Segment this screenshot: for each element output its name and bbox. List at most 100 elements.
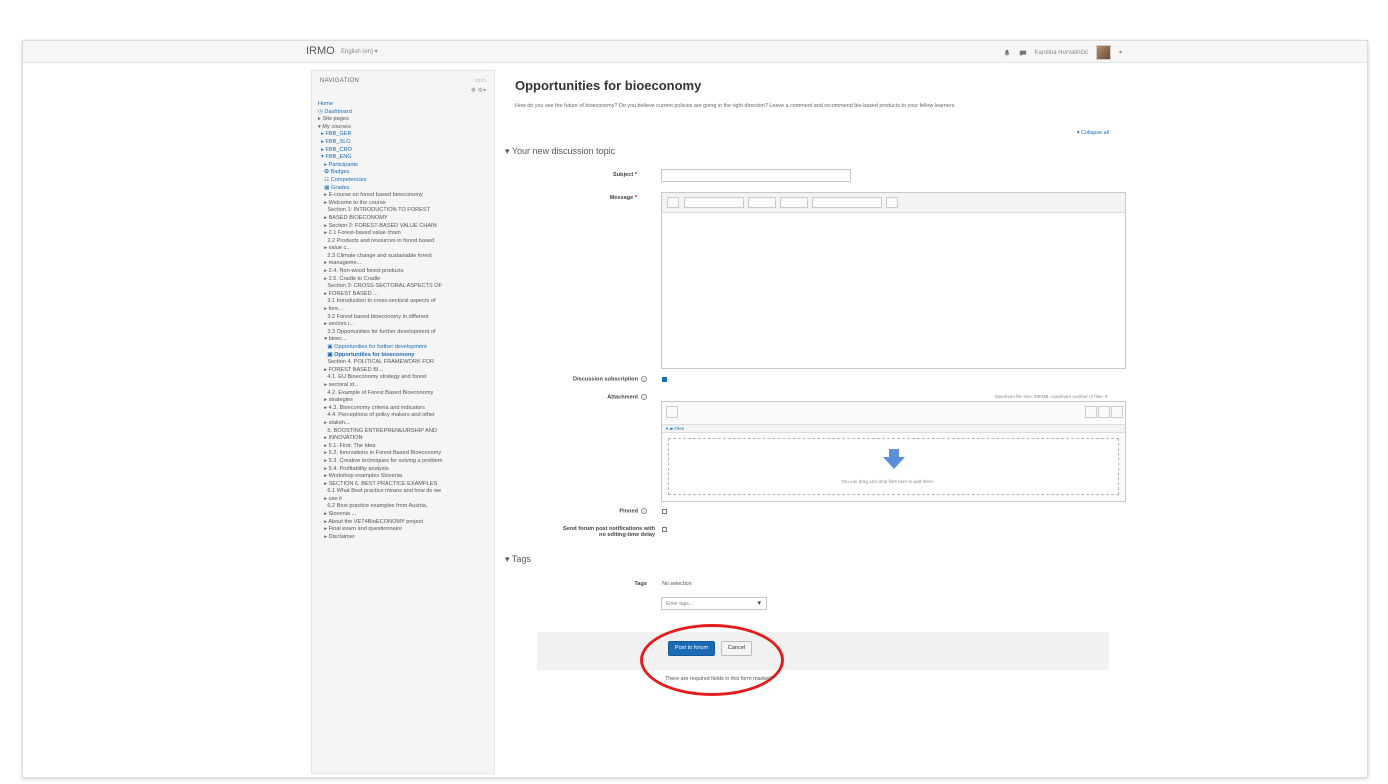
sidebar-item[interactable]: ◷ Dashboard — [318, 109, 490, 117]
sidebar-item[interactable]: ▸ FBB_SLO — [318, 139, 490, 147]
sidebar-item[interactable]: 6.1 What Best practice means and how do … — [318, 488, 490, 496]
sidebar-item[interactable]: 6.2 Best practice examples from Austria, — [318, 503, 490, 511]
help-icon[interactable]: ? — [641, 394, 647, 400]
icon-view-icon[interactable] — [1085, 406, 1097, 418]
sidebar-item[interactable]: ▸ 5.2. Innovations in Forest Based Bioec… — [318, 450, 490, 458]
manage-files-icon[interactable] — [886, 197, 898, 208]
sidebar-item[interactable]: 3.3 Opportunities for further developmen… — [318, 329, 490, 337]
sidebar-item[interactable]: ✪ Badges — [318, 169, 490, 177]
site-brand[interactable]: IRMO — [306, 45, 335, 57]
drop-hint: You can drag and drop files here to add … — [841, 479, 935, 484]
section-header-discussion[interactable]: ▾ Your new discussion topic — [505, 146, 615, 157]
sidebar-item[interactable]: ▸ 2.5. Cradle to Cradle — [318, 276, 490, 284]
sidebar-item[interactable]: ▣ Opportunities for bioeconomy — [318, 352, 490, 360]
add-file-icon[interactable] — [666, 406, 678, 418]
subject-label: Subject * — [613, 172, 637, 178]
link-group[interactable] — [780, 197, 808, 208]
sidebar-item[interactable]: ▸ value c... — [318, 245, 490, 253]
sidebar-item[interactable]: ▸ fore... — [318, 306, 490, 314]
sidebar-item[interactable]: ▸ FBB_CRO — [318, 147, 490, 155]
sidebar-item[interactable]: ▸ BASED BIOECONOMY — [318, 215, 490, 223]
editor-toolbar — [662, 193, 1125, 213]
sidebar-item[interactable]: ▸ Site pages — [318, 116, 490, 124]
sidebar-item[interactable]: Home — [318, 101, 490, 109]
notify-label: Send forum post notifications with no edi… — [563, 526, 655, 538]
sidebar-item[interactable]: ▸ sectors i... — [318, 321, 490, 329]
tree-view-icon[interactable] — [1111, 406, 1123, 418]
sidebar-item[interactable]: ▸ E-course on forest based bioeconomy — [318, 192, 490, 200]
browser-page: IRMO English (en) ▾ Karolina Horvatinčić… — [22, 40, 1368, 778]
sidebar-item[interactable]: 2.2 Products and resources in forest bas… — [318, 238, 490, 246]
toolbar-toggle-icon[interactable] — [667, 197, 679, 208]
sidebar-item[interactable]: ▸ sectoral st... — [318, 382, 490, 390]
tags-input[interactable]: Enter tags... ▾ — [661, 597, 767, 610]
sidebar-item[interactable]: ☷ Competencies — [318, 177, 490, 185]
sidebar-item[interactable]: ▸ 5.3. Creative techniques for solving a… — [318, 458, 490, 466]
sidebar-item[interactable]: ▸ FOREST BASED ... — [318, 291, 490, 299]
sidebar-item[interactable]: ▸ FOREST BASED BI... — [318, 367, 490, 375]
sidebar-item[interactable]: ▸ 2.4. Non-wood forest products — [318, 268, 490, 276]
avatar[interactable] — [1095, 45, 1111, 60]
sidebar-item[interactable]: ▸ Welcome to the course — [318, 200, 490, 208]
sidebar-item[interactable]: 4.2. Example of Forest Based Bioeconomy — [318, 390, 490, 398]
messages-icon[interactable] — [1019, 49, 1027, 57]
sidebar-item[interactable]: Section 4. POLITICAL FRAMEWORK FOR — [318, 359, 490, 367]
language-menu[interactable]: English (en) ▾ — [341, 48, 378, 55]
user-name[interactable]: Karolina Horvatinčić — [1035, 50, 1088, 56]
sidebar-item[interactable]: Section 3: CROSS-SECTORAL ASPECTS OF — [318, 283, 490, 291]
sidebar-item[interactable]: ▸ 2.1 Forest-based value chain — [318, 230, 490, 238]
sidebar-item[interactable]: ▸ strategies — [318, 397, 490, 405]
files-path-bar: ▾ ▰ Files — [662, 424, 1125, 433]
sidebar-item[interactable]: ▸ Workshop examples Slovenia — [318, 473, 490, 481]
sidebar-item[interactable]: ▸ 5.1. First: The Idea — [318, 443, 490, 451]
sidebar-item[interactable]: ▸ About the VET4BioECONOMY project — [318, 519, 490, 527]
sidebar-item[interactable]: 5. BOOSTING ENTREPRENEURSHIP AND — [318, 428, 490, 436]
subject-input[interactable] — [661, 169, 851, 182]
list-view-icon[interactable] — [1098, 406, 1110, 418]
sidebar-item[interactable]: ▸ use it — [318, 496, 490, 504]
sidebar-item[interactable]: ▸ 5.4. Profitability analysis — [318, 466, 490, 474]
sidebar-item[interactable]: ▸ SECTION 6. BEST PRACTICE EXAMPLES — [318, 481, 490, 489]
notifications-icon[interactable] — [1003, 49, 1011, 57]
file-drop-zone[interactable]: You can drag and drop files here to add … — [668, 438, 1119, 495]
sidebar-item[interactable]: Section 1: INTRODUCTION TO FOREST — [318, 207, 490, 215]
files-folder-link[interactable]: ▾ ▰ Files — [666, 426, 684, 432]
sidebar-item[interactable]: 4.1. EU Bioeconomy strategy and forest — [318, 374, 490, 382]
sidebar-item[interactable]: ▸ INNOVATION — [318, 435, 490, 443]
page-title: Opportunities for bioeconomy — [515, 78, 702, 93]
sidebar-item[interactable]: ▾ My courses — [318, 124, 490, 132]
sidebar-item[interactable]: 2.3 Climate change and sustainable fores… — [318, 253, 490, 261]
sidebar-item[interactable]: ▾ bioec... — [318, 336, 490, 344]
sidebar-item[interactable]: ▸ manageme... — [318, 260, 490, 268]
sidebar-item[interactable]: 3.2 Forest based bioeconomy in different — [318, 314, 490, 322]
message-editor[interactable] — [661, 192, 1126, 369]
sidebar-item[interactable]: ▸ 4.3. Bioeconomy criteria and indicator… — [318, 405, 490, 413]
sidebar-item[interactable]: ▸ Final exam and questionnaire — [318, 526, 490, 534]
pinned-checkbox[interactable] — [662, 509, 667, 514]
sidebar-item[interactable]: 4.4. Perceptions of policy makers and ot… — [318, 412, 490, 420]
subscription-checkbox[interactable] — [662, 377, 667, 382]
sidebar-item[interactable]: ▸ Section 2: FOREST-BASED VALUE CHAIN — [318, 223, 490, 231]
sidebar-item[interactable]: ▣ Opportunities for further development — [318, 344, 490, 352]
required-icon: * — [634, 172, 637, 178]
sidebar-item[interactable]: ▸ FBB_GER — [318, 131, 490, 139]
block-dock-icon[interactable]: ▭▭ — [475, 77, 486, 84]
notify-checkbox[interactable] — [662, 527, 667, 532]
tags-dropdown-icon[interactable]: ▾ — [757, 599, 761, 607]
collapse-all-link[interactable]: ▾ Collapse all — [1077, 130, 1109, 136]
sidebar-item[interactable]: ▸ stakeh... — [318, 420, 490, 428]
help-icon[interactable]: ? — [641, 376, 647, 382]
help-icon[interactable]: ? — [641, 508, 647, 514]
list-group[interactable] — [748, 197, 776, 208]
sidebar-item[interactable]: ▾ FBB_ENG — [318, 154, 490, 162]
media-group[interactable] — [812, 197, 882, 208]
sidebar-item[interactable]: 3.1 Introduction to cross-sectoral aspec… — [318, 298, 490, 306]
sidebar-item[interactable]: ▦ Grades — [318, 185, 490, 193]
user-menu-caret[interactable]: ▾ — [1119, 49, 1122, 56]
sidebar-item[interactable]: ▸ Participants — [318, 162, 490, 170]
section-header-tags[interactable]: ▾ Tags — [505, 554, 531, 565]
block-actions-icon[interactable]: ✥ ⚙▾ — [471, 87, 486, 94]
text-format-group[interactable] — [684, 197, 744, 208]
sidebar-item[interactable]: ▸ Slovenia ... — [318, 511, 490, 519]
sidebar-item[interactable]: ▸ Disclaimer — [318, 534, 490, 542]
